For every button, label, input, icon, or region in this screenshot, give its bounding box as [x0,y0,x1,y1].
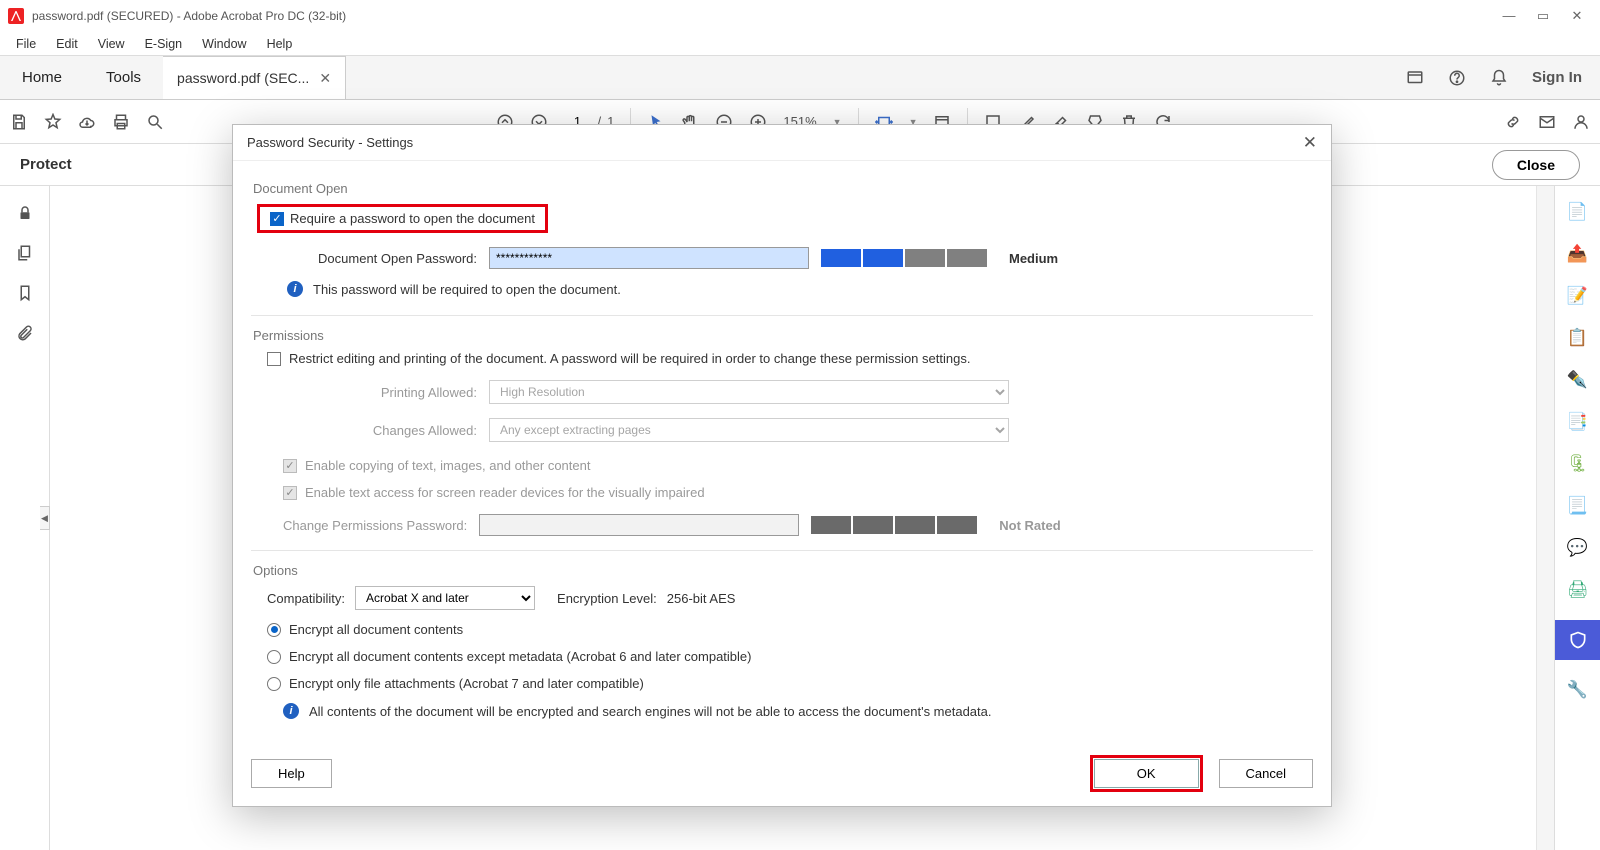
permissions-strength-meter [811,516,977,534]
dialog-title: Password Security - Settings [247,135,413,150]
edit-pdf-icon[interactable]: 📝 [1566,284,1590,308]
encryption-level-label: Encryption Level: [557,591,657,606]
protect-tool-icon[interactable] [1555,620,1600,660]
encryption-info: All contents of the document will be enc… [309,704,992,719]
info-icon: i [287,281,303,297]
close-window-icon[interactable]: ✕ [1570,8,1584,24]
redact-icon[interactable]: 📃 [1566,494,1590,518]
menu-help[interactable]: Help [259,35,301,53]
save-icon[interactable] [10,113,28,131]
menu-esign[interactable]: E-Sign [137,35,191,53]
encrypt-all-radio[interactable] [267,623,281,637]
collapse-left-icon[interactable]: ◀ [40,506,50,530]
compatibility-label: Compatibility: [267,591,345,606]
menu-bar: File Edit View E-Sign Window Help [0,32,1600,56]
scrollbar[interactable] [1536,186,1554,850]
enable-copying-label: Enable copying of text, images, and othe… [305,458,590,473]
export-pdf-icon[interactable]: 📤 [1566,242,1590,266]
tab-tools[interactable]: Tools [84,56,163,99]
restrict-editing-label: Restrict editing and printing of the doc… [289,351,970,366]
enable-screen-reader-checkbox: ✓ [283,486,297,500]
share-tool-icon[interactable]: 💬 [1566,536,1590,560]
permissions-password-input [479,514,799,536]
search-icon[interactable] [146,113,164,131]
encrypt-except-metadata-radio[interactable] [267,650,281,664]
pages-icon[interactable] [16,244,34,262]
compatibility-select[interactable]: Acrobat X and later [355,586,535,610]
help-button[interactable]: Help [251,759,332,788]
encrypt-except-metadata-label: Encrypt all document contents except met… [289,649,751,664]
password-strength-meter [821,249,987,267]
minimize-icon[interactable]: — [1502,8,1516,24]
open-password-info: This password will be required to open t… [313,282,621,297]
organize-icon[interactable]: 📑 [1566,410,1590,434]
protect-label: Protect [20,156,72,173]
request-sign-icon[interactable]: 📋 [1566,326,1590,350]
require-password-checkbox[interactable]: ✓ [270,212,284,226]
account-icon[interactable] [1572,113,1590,131]
left-nav-panel: ◀ [0,186,50,850]
right-tools-panel: 📄 📤 📝 📋 ✒️ 📑 🗜 📃 💬 🖨 🔧 [1554,186,1600,850]
password-strength-label: Medium [1009,251,1058,266]
screen-mode-icon[interactable] [1406,69,1424,87]
password-security-dialog: Password Security - Settings ✕ Document … [232,124,1332,807]
tab-close-icon[interactable]: ✕ [319,70,331,87]
more-tools-icon[interactable]: 🔧 [1566,678,1590,702]
fill-sign-icon[interactable]: ✒️ [1566,368,1590,392]
section-options: Options [251,551,1313,586]
tab-document[interactable]: password.pdf (SEC... ✕ [163,56,346,99]
enable-copying-checkbox: ✓ [283,459,297,473]
menu-file[interactable]: File [8,35,44,53]
star-icon[interactable] [44,113,62,131]
changes-allowed-label: Changes Allowed: [287,423,477,438]
tab-document-label: password.pdf (SEC... [177,70,309,86]
permissions-strength-label: Not Rated [999,518,1060,533]
attachment-icon[interactable] [16,324,34,342]
email-icon[interactable] [1538,113,1556,131]
encrypt-attachments-label: Encrypt only file attachments (Acrobat 7… [289,676,644,691]
help-icon[interactable] [1448,69,1466,87]
encrypt-all-label: Encrypt all document contents [289,622,463,637]
restrict-editing-checkbox[interactable] [267,352,281,366]
window-titlebar: password.pdf (SECURED) - Adobe Acrobat P… [0,0,1600,32]
lock-icon[interactable] [16,204,34,222]
menu-view[interactable]: View [90,35,133,53]
open-password-label: Document Open Password: [287,251,477,266]
enable-screen-reader-label: Enable text access for screen reader dev… [305,485,705,500]
tab-home[interactable]: Home [0,56,84,99]
ok-button[interactable]: OK [1094,759,1199,788]
info-icon: i [283,703,299,719]
section-document-open: Document Open [251,169,1313,204]
open-password-input[interactable] [489,247,809,269]
print-icon[interactable] [112,113,130,131]
bell-icon[interactable] [1490,69,1508,87]
printing-allowed-label: Printing Allowed: [287,385,477,400]
protect-close-button[interactable]: Close [1492,150,1580,180]
link-icon[interactable] [1504,113,1522,131]
maximize-icon[interactable]: ▭ [1536,8,1550,24]
encrypt-attachments-radio[interactable] [267,677,281,691]
cancel-button[interactable]: Cancel [1219,759,1313,788]
require-password-label: Require a password to open the document [290,211,535,226]
menu-window[interactable]: Window [194,35,254,53]
dialog-footer: Help OK Cancel [233,741,1331,806]
changes-allowed-select: Any except extracting pages [489,418,1009,442]
bookmark-icon[interactable] [16,284,34,302]
printing-allowed-select: High Resolution [489,380,1009,404]
section-permissions: Permissions [251,316,1313,351]
prepare-form-icon[interactable]: 🖨 [1566,578,1590,602]
require-password-highlight: ✓ Require a password to open the documen… [257,204,548,233]
compress-icon[interactable]: 🗜 [1566,452,1590,476]
permissions-password-label: Change Permissions Password: [283,518,467,533]
window-title: password.pdf (SECURED) - Adobe Acrobat P… [32,9,1502,23]
cloud-icon[interactable] [78,113,96,131]
menu-edit[interactable]: Edit [48,35,86,53]
create-pdf-icon[interactable]: 📄 [1566,200,1590,224]
sign-in-link[interactable]: Sign In [1532,69,1582,86]
tab-bar: Home Tools password.pdf (SEC... ✕ Sign I… [0,56,1600,100]
close-dialog-icon[interactable]: ✕ [1303,133,1317,153]
encryption-level-value: 256-bit AES [667,591,736,606]
ok-highlight: OK [1090,755,1203,792]
acrobat-icon [8,8,24,24]
